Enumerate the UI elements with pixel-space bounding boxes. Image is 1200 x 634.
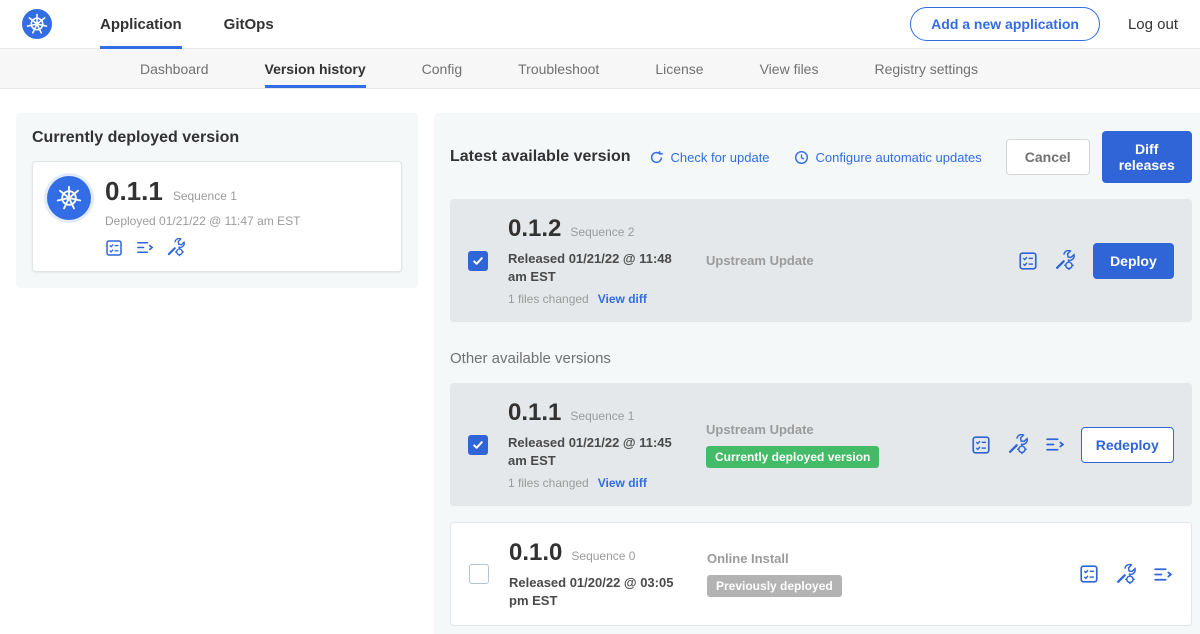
nav-tab-gitops[interactable]: GitOps (224, 0, 274, 49)
release-notes-icon[interactable] (1079, 564, 1099, 584)
version-info: 0.1.0 Sequence 0 Released 01/20/22 @ 03:… (509, 539, 707, 609)
version-sequence: Sequence 0 (571, 549, 635, 563)
subnav-item-version-history[interactable]: Version history (265, 49, 366, 88)
deployed-timestamp: Deployed 01/21/22 @ 11:47 am EST (105, 214, 300, 228)
other-available-versions-title: Other available versions (450, 350, 1192, 367)
currently-deployed-badge: Currently deployed version (706, 446, 879, 468)
check-for-update-link[interactable]: Check for update (649, 150, 770, 165)
cancel-button[interactable]: Cancel (1006, 139, 1090, 175)
version-card-0-1-0: 0.1.0 Sequence 0 Released 01/20/22 @ 03:… (450, 522, 1192, 626)
version-released-timestamp: Released 01/20/22 @ 03:05 pm EST (509, 574, 694, 609)
app-subnav: Dashboard Version history Config Trouble… (0, 49, 1200, 89)
view-diff-icon[interactable] (1152, 564, 1173, 585)
version-checkbox[interactable] (469, 564, 489, 584)
version-sequence: Sequence 2 (570, 225, 634, 239)
deployed-icon-actions (105, 238, 300, 257)
version-actions: Deploy (1018, 243, 1174, 279)
configure-automatic-updates-label: Configure automatic updates (816, 150, 982, 165)
version-sequence: Sequence 1 (570, 409, 634, 423)
app-icon (47, 176, 91, 220)
main-content: Currently deployed version 0.1.1 Sequenc… (0, 89, 1200, 634)
refresh-icon (649, 150, 664, 165)
version-released-timestamp: Released 01/21/22 @ 11:45 am EST (508, 434, 693, 469)
version-actions: Redeploy (971, 427, 1174, 463)
previously-deployed-badge: Previously deployed (707, 575, 842, 597)
version-source: Upstream Update (706, 253, 944, 268)
version-info: 0.1.1 Sequence 1 Released 01/21/22 @ 11:… (508, 399, 706, 490)
app-window: Application GitOps Add a new application… (0, 0, 1200, 634)
edit-config-icon[interactable] (166, 238, 185, 257)
subnav-item-dashboard[interactable]: Dashboard (140, 49, 209, 88)
version-card-0-1-2: 0.1.2 Sequence 2 Released 01/21/22 @ 11:… (450, 199, 1192, 322)
view-diff-link[interactable]: View diff (598, 476, 647, 490)
files-changed-label: 1 files changed (508, 292, 589, 306)
release-notes-icon[interactable] (971, 435, 991, 455)
edit-config-icon[interactable] (1054, 250, 1075, 271)
subnav-item-troubleshoot[interactable]: Troubleshoot (518, 49, 599, 88)
redeploy-button[interactable]: Redeploy (1081, 427, 1174, 463)
version-number: 0.1.0 (509, 539, 562, 567)
add-application-button[interactable]: Add a new application (910, 7, 1100, 41)
files-changed-label: 1 files changed (508, 476, 589, 490)
version-number: 0.1.2 (508, 215, 561, 243)
top-navbar: Application GitOps Add a new application… (0, 0, 1200, 49)
deployed-version-card: 0.1.1 Sequence 1 Deployed 01/21/22 @ 11:… (32, 161, 402, 272)
latest-available-title: Latest available version (450, 148, 631, 166)
deployed-version-info: 0.1.1 Sequence 1 Deployed 01/21/22 @ 11:… (105, 176, 300, 257)
version-source-label: Upstream Update (706, 253, 944, 268)
version-number: 0.1.1 (508, 399, 561, 427)
version-source: Upstream Update Currently deployed versi… (706, 422, 944, 468)
logout-button[interactable]: Log out (1128, 16, 1178, 33)
subnav-item-view-files[interactable]: View files (760, 49, 819, 88)
deployed-version-number: 0.1.1 (105, 176, 163, 207)
release-notes-icon[interactable] (1018, 251, 1038, 271)
nav-tab-application-label: Application (100, 16, 182, 33)
nav-tab-application[interactable]: Application (100, 0, 182, 49)
version-actions (1079, 564, 1173, 585)
check-for-update-label: Check for update (671, 150, 770, 165)
kubernetes-logo-icon (22, 9, 52, 39)
subnav-item-registry-settings[interactable]: Registry settings (874, 49, 977, 88)
subnav-item-license[interactable]: License (655, 49, 703, 88)
available-versions-panel: Latest available version Check for updat… (434, 113, 1200, 634)
version-released-timestamp: Released 01/21/22 @ 11:48 am EST (508, 250, 693, 285)
edit-config-icon[interactable] (1115, 564, 1136, 585)
version-source: Online Install Previously deployed (707, 551, 945, 597)
currently-deployed-title: Currently deployed version (32, 129, 402, 147)
configure-automatic-updates-link[interactable]: Configure automatic updates (794, 150, 982, 165)
view-diff-icon[interactable] (135, 238, 154, 257)
edit-config-icon[interactable] (1007, 434, 1028, 455)
subnav-item-config[interactable]: Config (422, 49, 462, 88)
version-checkbox[interactable] (468, 251, 488, 271)
diff-releases-button[interactable]: Diff releases (1102, 131, 1192, 183)
version-info: 0.1.2 Sequence 2 Released 01/21/22 @ 11:… (508, 215, 706, 306)
view-diff-link[interactable]: View diff (598, 292, 647, 306)
available-versions-header: Latest available version Check for updat… (450, 131, 1192, 183)
deploy-button[interactable]: Deploy (1093, 243, 1174, 279)
version-checkbox[interactable] (468, 435, 488, 455)
view-diff-icon[interactable] (1044, 434, 1065, 455)
currently-deployed-panel: Currently deployed version 0.1.1 Sequenc… (16, 113, 418, 288)
version-source-label: Online Install (707, 551, 945, 566)
version-source-label: Upstream Update (706, 422, 944, 437)
release-notes-icon[interactable] (105, 238, 123, 257)
version-card-0-1-1: 0.1.1 Sequence 1 Released 01/21/22 @ 11:… (450, 383, 1192, 506)
clock-icon (794, 150, 809, 165)
nav-tab-gitops-label: GitOps (224, 16, 274, 33)
deployed-sequence: Sequence 1 (173, 189, 237, 203)
